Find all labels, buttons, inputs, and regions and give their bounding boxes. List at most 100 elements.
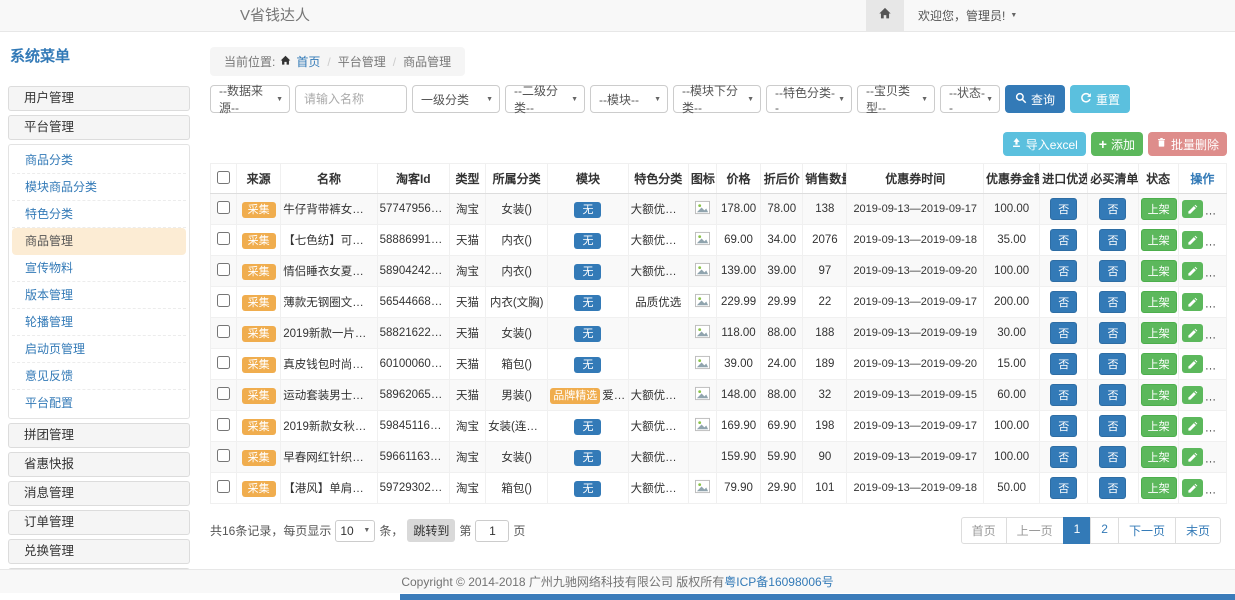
status-button[interactable]: 上架 [1141,446,1177,468]
sidebar-item-sub[interactable]: 启动页管理 [12,336,186,363]
sidebar-item-sub[interactable]: 平台配置 [12,390,186,416]
sidebar-item-top[interactable]: 订单管理 [8,510,190,535]
home-button[interactable] [866,0,904,31]
filter-select[interactable]: 一级分类▼ [412,85,500,113]
sidebar-item-sub[interactable]: 意见反馈 [12,363,186,390]
breadcrumb-home-link[interactable]: 首页 [296,53,320,70]
status-button[interactable]: 上架 [1141,260,1177,282]
row-checkbox[interactable] [217,480,230,493]
row-checkbox[interactable] [217,418,230,431]
sidebar-item-sub[interactable]: 模块商品分类 [12,174,186,201]
row-checkbox[interactable] [217,232,230,245]
sidebar-item-active[interactable]: 商品管理 [12,228,186,255]
status-button[interactable]: 上架 [1141,384,1177,406]
sidebar-item-top[interactable]: 用户管理 [8,86,190,111]
filter-select[interactable]: --特色分类--▼ [766,85,852,113]
status-button[interactable]: 上架 [1141,415,1177,437]
must-buy-toggle-button[interactable]: 否 [1099,446,1126,468]
row-checkbox[interactable] [217,356,230,369]
sidebar-item-top[interactable]: 兑换管理 [8,539,190,564]
import-toggle-button[interactable]: 否 [1050,446,1077,468]
edit-button[interactable] [1182,200,1203,218]
jump-button[interactable]: 跳转到 [407,519,455,542]
must-buy-toggle-button[interactable]: 否 [1099,229,1126,251]
edit-button[interactable] [1182,355,1203,373]
edit-button[interactable] [1182,448,1203,466]
must-buy-toggle-button[interactable]: 否 [1099,477,1126,499]
row-checkbox[interactable] [217,325,230,338]
sidebar-item-sub[interactable]: 特色分类 [12,201,186,228]
import-toggle-button[interactable]: 否 [1050,229,1077,251]
edit-button[interactable] [1182,293,1203,311]
sidebar-item-sub[interactable]: 版本管理 [12,282,186,309]
status-button[interactable]: 上架 [1141,322,1177,344]
filter-select[interactable]: --数据来源--▼ [210,85,290,113]
add-button[interactable]: + 添加 [1091,132,1143,156]
sidebar-item-sub[interactable]: 宣传物料 [12,255,186,282]
must-buy-toggle-button[interactable]: 否 [1099,384,1126,406]
must-buy-toggle-button[interactable]: 否 [1099,260,1126,282]
edit-button[interactable] [1182,417,1203,435]
import-excel-button[interactable]: 导入excel [1003,132,1086,156]
status-button[interactable]: 上架 [1141,353,1177,375]
pager-button[interactable]: 上一页 [1006,517,1064,544]
pager-button[interactable]: 末页 [1175,517,1221,544]
row-checkbox[interactable] [217,387,230,400]
pager-button[interactable]: 1 [1063,517,1092,544]
edit-button[interactable] [1182,231,1203,249]
status-button[interactable]: 上架 [1141,198,1177,220]
must-buy-toggle-button[interactable]: 否 [1099,415,1126,437]
import-toggle-button[interactable]: 否 [1050,260,1077,282]
per-page-select[interactable]: 10 ▼ [335,520,375,542]
import-toggle-button[interactable]: 否 [1050,384,1077,406]
row-checkbox[interactable] [217,263,230,276]
must-buy-toggle-button[interactable]: 否 [1099,322,1126,344]
sidebar-item-sub[interactable]: 商品分类 [12,147,186,174]
table-row: 采集薄款无钢圈文胸聚拢性...565446685867天猫内衣(文胸)无品质优选… [211,287,1227,318]
edit-button[interactable] [1182,479,1203,497]
status-button[interactable]: 上架 [1141,477,1177,499]
import-toggle-button[interactable]: 否 [1050,291,1077,313]
column-header: 必买清单 [1088,164,1138,194]
import-toggle-button[interactable]: 否 [1050,322,1077,344]
pager-button[interactable]: 2 [1090,517,1119,544]
reset-button[interactable]: 重置 [1070,85,1130,113]
must-buy-toggle-button[interactable]: 否 [1099,353,1126,375]
product-name-input[interactable] [295,85,407,113]
import-toggle-button[interactable]: 否 [1050,198,1077,220]
table-row: 采集牛仔背带裤女秋装减龄...577479560965淘宝女装()无大额优惠券1… [211,194,1227,225]
sidebar-item-top[interactable]: 统计管理 [8,568,190,569]
user-menu[interactable]: 欢迎您，管理员! ▼ [904,7,1031,24]
row-checkbox[interactable] [217,294,230,307]
filter-select[interactable]: --模块--▼ [590,85,668,113]
edit-button[interactable] [1182,386,1203,404]
status-button[interactable]: 上架 [1141,229,1177,251]
row-checkbox[interactable] [217,449,230,462]
sidebar-item-top[interactable]: 省惠快报 [8,452,190,477]
import-toggle-button[interactable]: 否 [1050,353,1077,375]
edit-button[interactable] [1182,262,1203,280]
status-button[interactable]: 上架 [1141,291,1177,313]
row-checkbox[interactable] [217,201,230,214]
edit-button[interactable] [1182,324,1203,342]
filter-select[interactable]: --模块下分类--▼ [673,85,761,113]
import-toggle-button[interactable]: 否 [1050,415,1077,437]
caret-down-icon: ▼ [838,96,845,103]
pager-button[interactable]: 下一页 [1118,517,1176,544]
sidebar-item-top[interactable]: 平台管理 [8,115,190,140]
batch-delete-button[interactable]: 批量删除 [1148,132,1227,156]
filter-select[interactable]: --宝贝类型--▼ [857,85,935,113]
sidebar-item-top[interactable]: 拼团管理 [8,423,190,448]
sidebar-item-top[interactable]: 消息管理 [8,481,190,506]
icp-link[interactable]: 粤ICP备16098006号 [724,573,833,590]
select-all-checkbox[interactable] [217,171,230,184]
filter-select[interactable]: --二级分类--▼ [505,85,585,113]
filter-select[interactable]: --状态--▼ [940,85,1000,113]
must-buy-toggle-button[interactable]: 否 [1099,291,1126,313]
page-input[interactable] [475,520,509,542]
pager-button[interactable]: 首页 [961,517,1007,544]
search-button[interactable]: 查询 [1005,85,1065,113]
sidebar-item-sub[interactable]: 轮播管理 [12,309,186,336]
import-toggle-button[interactable]: 否 [1050,477,1077,499]
must-buy-toggle-button[interactable]: 否 [1099,198,1126,220]
